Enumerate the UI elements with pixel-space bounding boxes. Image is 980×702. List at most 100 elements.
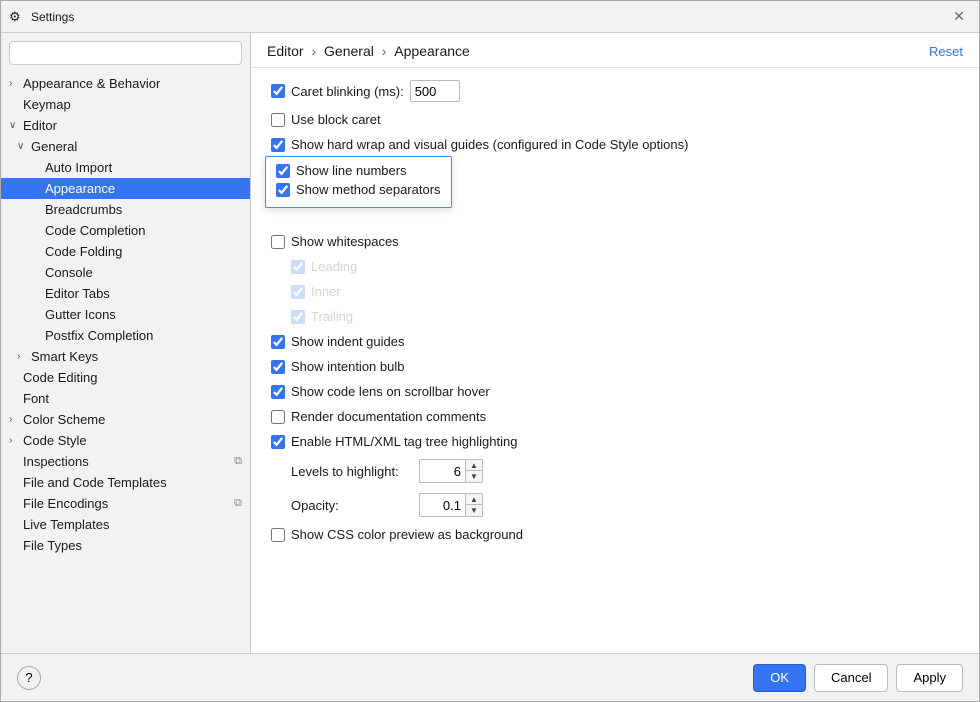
help-button[interactable]: ?	[17, 666, 41, 690]
show-line-numbers-text: Show line numbers	[296, 163, 407, 178]
expand-arrow: ›	[9, 435, 23, 446]
sidebar-item-label: Console	[45, 265, 93, 280]
show-code-lens-checkbox[interactable]	[271, 385, 285, 399]
breadcrumb: Editor › General › Appearance	[267, 43, 470, 59]
search-input[interactable]	[9, 41, 242, 65]
sidebar-item-label: Auto Import	[45, 160, 112, 175]
show-css-color-preview-checkbox[interactable]	[271, 528, 285, 542]
show-method-separators-checkbox[interactable]	[276, 183, 290, 197]
leading-checkbox[interactable]	[291, 260, 305, 274]
trailing-checkbox[interactable]	[291, 310, 305, 324]
sidebar-item-font[interactable]: Font	[1, 388, 250, 409]
use-block-caret-checkbox[interactable]	[271, 113, 285, 127]
show-line-numbers-checkbox[interactable]	[276, 164, 290, 178]
show-indent-guides-label[interactable]: Show indent guides	[271, 334, 404, 349]
sidebar-item-keymap[interactable]: Keymap	[1, 94, 250, 115]
levels-to-highlight-label: Levels to highlight:	[291, 464, 411, 479]
show-code-lens-label[interactable]: Show code lens on scrollbar hover	[271, 384, 490, 399]
sidebar-item-color-scheme[interactable]: › Color Scheme	[1, 409, 250, 430]
opacity-input[interactable]	[420, 494, 465, 516]
sidebar-item-postfix-completion[interactable]: Postfix Completion	[1, 325, 250, 346]
show-hard-wrap-label[interactable]: Show hard wrap and visual guides (config…	[271, 137, 688, 152]
show-method-separators-label[interactable]: Show method separators	[276, 182, 441, 197]
render-doc-comments-checkbox[interactable]	[271, 410, 285, 424]
show-css-color-preview-label[interactable]: Show CSS color preview as background	[271, 527, 523, 542]
sidebar-item-label: Smart Keys	[31, 349, 98, 364]
sidebar-item-appearance[interactable]: Appearance	[1, 178, 250, 199]
tree: › Appearance & Behavior Keymap ∨ Editor …	[1, 73, 250, 653]
inner-text: Inner	[311, 284, 341, 299]
window-icon: ⚙	[9, 9, 25, 25]
sidebar-item-file-code-templates[interactable]: File and Code Templates	[1, 472, 250, 493]
ok-button[interactable]: OK	[753, 664, 806, 692]
caret-blinking-label[interactable]: Caret blinking (ms):	[271, 84, 404, 99]
breadcrumb-general: General	[324, 43, 374, 59]
show-intention-bulb-checkbox[interactable]	[271, 360, 285, 374]
show-whitespaces-text: Show whitespaces	[291, 234, 399, 249]
trailing-label[interactable]: Trailing	[291, 309, 353, 324]
levels-to-highlight-input[interactable]	[420, 460, 465, 482]
sidebar-item-label: Editor Tabs	[45, 286, 110, 301]
inner-checkbox[interactable]	[291, 285, 305, 299]
sidebar-item-code-style[interactable]: › Code Style	[1, 430, 250, 451]
sidebar-item-file-encodings[interactable]: File Encodings ⧉	[1, 493, 250, 514]
caret-blinking-input[interactable]	[410, 80, 460, 102]
footer: ? OK Cancel Apply	[1, 653, 979, 701]
sidebar-item-code-completion[interactable]: Code Completion	[1, 220, 250, 241]
show-whitespaces-label[interactable]: Show whitespaces	[271, 234, 399, 249]
enable-html-xml-checkbox[interactable]	[271, 435, 285, 449]
sidebar-item-inspections[interactable]: Inspections ⧉	[1, 451, 250, 472]
caret-blinking-checkbox[interactable]	[271, 84, 285, 98]
sidebar-item-file-types[interactable]: File Types	[1, 535, 250, 556]
spin-up-button[interactable]: ▲	[466, 460, 482, 471]
show-code-lens-text: Show code lens on scrollbar hover	[291, 384, 490, 399]
sidebar-item-label: Color Scheme	[23, 412, 105, 427]
sidebar-item-auto-import[interactable]: Auto Import	[1, 157, 250, 178]
show-line-numbers-row: Show line numbers	[276, 163, 441, 178]
leading-label[interactable]: Leading	[291, 259, 357, 274]
breadcrumb-appearance: Appearance	[394, 43, 470, 59]
opacity-label: Opacity:	[291, 498, 411, 513]
sidebar-item-editor[interactable]: ∨ Editor	[1, 115, 250, 136]
sidebar-item-smart-keys[interactable]: › Smart Keys	[1, 346, 250, 367]
sidebar: › Appearance & Behavior Keymap ∨ Editor …	[1, 33, 251, 653]
cancel-button[interactable]: Cancel	[814, 664, 888, 692]
show-whitespaces-checkbox[interactable]	[271, 235, 285, 249]
show-indent-guides-checkbox[interactable]	[271, 335, 285, 349]
use-block-caret-label[interactable]: Use block caret	[271, 112, 381, 127]
close-button[interactable]: ✕	[947, 5, 971, 29]
reset-link[interactable]: Reset	[929, 44, 963, 59]
inner-label[interactable]: Inner	[291, 284, 341, 299]
render-doc-comments-label[interactable]: Render documentation comments	[271, 409, 486, 424]
opacity-spin-up-button[interactable]: ▲	[466, 494, 482, 505]
sidebar-item-label: Gutter Icons	[45, 307, 116, 322]
sidebar-item-appearance-behavior[interactable]: › Appearance & Behavior	[1, 73, 250, 94]
enable-html-xml-row: Enable HTML/XML tag tree highlighting	[271, 434, 959, 449]
leading-row: Leading	[291, 259, 959, 274]
sidebar-item-breadcrumbs[interactable]: Breadcrumbs	[1, 199, 250, 220]
show-code-lens-row: Show code lens on scrollbar hover	[271, 384, 959, 399]
show-hard-wrap-checkbox[interactable]	[271, 138, 285, 152]
sidebar-item-label: Postfix Completion	[45, 328, 153, 343]
spin-down-button[interactable]: ▼	[466, 471, 482, 482]
enable-html-xml-label[interactable]: Enable HTML/XML tag tree highlighting	[271, 434, 517, 449]
render-doc-comments-text: Render documentation comments	[291, 409, 486, 424]
sidebar-item-code-editing[interactable]: Code Editing	[1, 367, 250, 388]
expand-arrow: ∨	[17, 141, 31, 152]
sidebar-item-console[interactable]: Console	[1, 262, 250, 283]
opacity-spin-buttons: ▲ ▼	[465, 494, 482, 516]
sidebar-item-gutter-icons[interactable]: Gutter Icons	[1, 304, 250, 325]
sidebar-item-label: Code Style	[23, 433, 87, 448]
sidebar-item-label: Inspections	[23, 454, 89, 469]
apply-button[interactable]: Apply	[896, 664, 963, 692]
copy-icon: ⧉	[234, 497, 242, 510]
sidebar-item-live-templates[interactable]: Live Templates	[1, 514, 250, 535]
render-doc-comments-row: Render documentation comments	[271, 409, 959, 424]
opacity-spin-down-button[interactable]: ▼	[466, 505, 482, 516]
show-intention-bulb-label[interactable]: Show intention bulb	[271, 359, 404, 374]
sidebar-item-general[interactable]: ∨ General	[1, 136, 250, 157]
sidebar-item-code-folding[interactable]: Code Folding	[1, 241, 250, 262]
show-line-numbers-label[interactable]: Show line numbers	[276, 163, 407, 178]
trailing-row: Trailing	[291, 309, 959, 324]
sidebar-item-editor-tabs[interactable]: Editor Tabs	[1, 283, 250, 304]
